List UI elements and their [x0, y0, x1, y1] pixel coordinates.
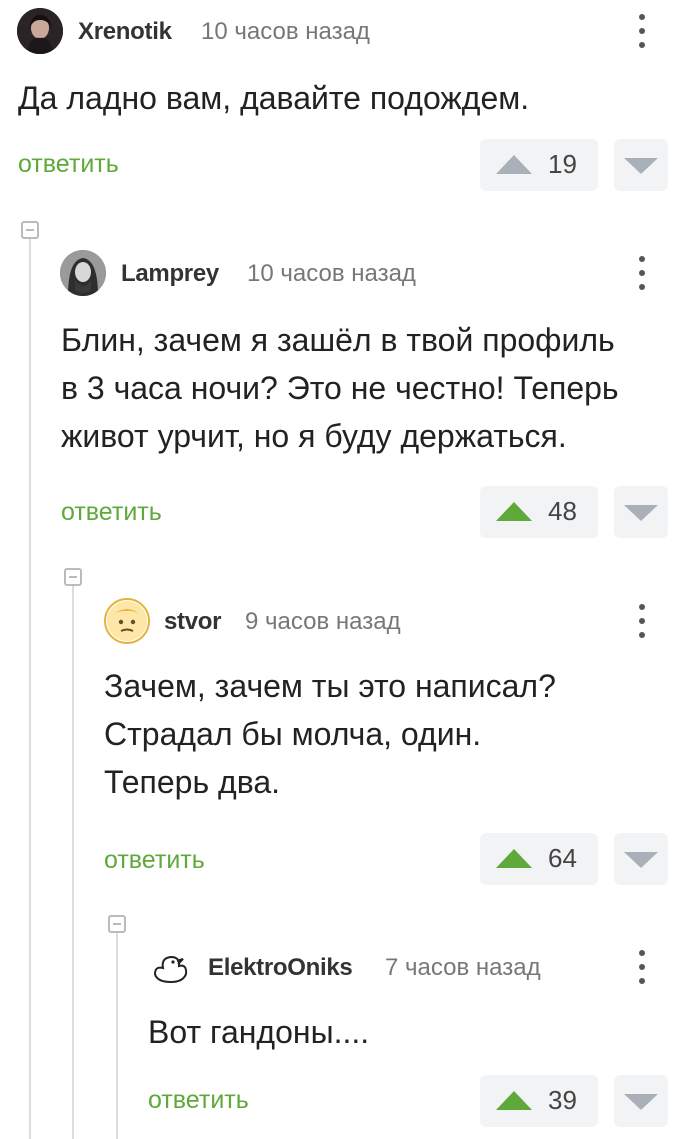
comment-rating: 19: [548, 149, 577, 179]
comment-author[interactable]: Xrenotik: [78, 18, 172, 46]
reply-link[interactable]: ответить: [104, 846, 205, 875]
more-options-icon[interactable]: [636, 12, 648, 52]
comment-rating: 64: [548, 843, 577, 873]
upvote-arrow-icon: [496, 155, 532, 174]
downvote-button[interactable]: [614, 1075, 668, 1127]
user-avatar-photo-icon: [17, 8, 63, 54]
upvote-button[interactable]: 39: [480, 1075, 598, 1127]
comment-text: Зачем, зачем ты это написал? Страдал бы …: [104, 668, 556, 800]
upvote-arrow-icon: [496, 849, 532, 868]
comment-author[interactable]: ElektroOniks: [208, 954, 353, 982]
more-options-icon[interactable]: [636, 948, 648, 988]
downvote-button[interactable]: [614, 486, 668, 538]
user-avatar[interactable]: [104, 598, 150, 644]
user-avatar[interactable]: [60, 250, 106, 296]
comment-text: Да ладно вам, давайте подождем.: [18, 80, 530, 116]
comment-text: Блин, зачем я зашёл в твой профиль в 3 ч…: [61, 322, 619, 454]
comment-time: 9 часов назад: [245, 608, 401, 635]
more-options-icon[interactable]: [636, 254, 648, 294]
comment-time: 7 часов назад: [385, 954, 541, 981]
upvote-arrow-icon: [496, 1091, 532, 1110]
user-avatar[interactable]: [17, 8, 63, 54]
upvote-button[interactable]: 19: [480, 139, 598, 191]
reply-link[interactable]: ответить: [61, 498, 162, 527]
user-avatar-photo-icon: [60, 250, 106, 296]
cartoon-face-avatar-icon: [107, 601, 147, 641]
reply-link[interactable]: ответить: [18, 150, 119, 179]
more-options-icon[interactable]: [636, 602, 648, 642]
comment-rating: 39: [548, 1085, 577, 1115]
collapse-thread-button[interactable]: [64, 568, 82, 586]
upvote-button[interactable]: 64: [480, 833, 598, 885]
downvote-arrow-icon: [624, 505, 658, 521]
downvote-arrow-icon: [624, 158, 658, 174]
comment-rating: 48: [548, 496, 577, 526]
downvote-arrow-icon: [624, 1094, 658, 1110]
comment-time: 10 часов назад: [201, 18, 370, 45]
collapse-thread-button[interactable]: [108, 915, 126, 933]
comment-author[interactable]: Lamprey: [121, 260, 219, 288]
comment-text: Вот гандоны....: [148, 1014, 370, 1050]
collapse-thread-button[interactable]: [21, 221, 39, 239]
comment-time: 10 часов назад: [247, 260, 416, 287]
downvote-button[interactable]: [614, 833, 668, 885]
comment-author[interactable]: stvor: [164, 608, 222, 636]
upvote-arrow-icon: [496, 502, 532, 521]
comment: Lamprey 10 часов назад Блин, зачем я заш…: [0, 240, 700, 550]
comment: Xrenotik 10 часов назад Да ладно вам, да…: [0, 0, 700, 200]
comment: stvor 9 часов назад Зачем, зачем ты это …: [0, 588, 700, 898]
comment: ElektroOniks 7 часов назад Вот гандоны..…: [0, 934, 700, 1139]
upvote-button[interactable]: 48: [480, 486, 598, 538]
downvote-button[interactable]: [614, 139, 668, 191]
reply-link[interactable]: ответить: [148, 1086, 249, 1115]
downvote-arrow-icon: [624, 852, 658, 868]
duck-outline-avatar-icon: [148, 945, 192, 989]
user-avatar[interactable]: [147, 944, 193, 990]
